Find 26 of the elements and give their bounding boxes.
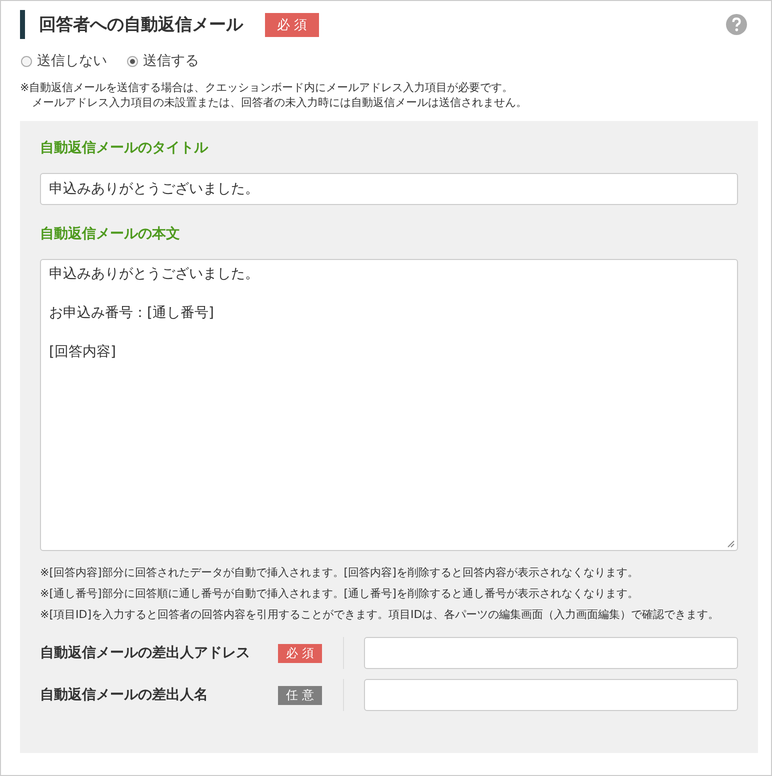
radio-label[interactable]: 送信する <box>143 52 199 70</box>
body-line: お申込み番号：[通し番号] <box>49 304 215 323</box>
body-line: 申込みありがとうございました。 <box>49 265 260 284</box>
radio-button[interactable] <box>127 56 138 66</box>
body-textarea[interactable]: 申込みありがとうございました。 お申込み番号：[通し番号] [回答内容] <box>40 259 738 551</box>
radio-label[interactable]: 送信しない <box>37 52 107 70</box>
required-badge: 必須 <box>278 644 322 662</box>
input-field[interactable] <box>364 637 738 669</box>
note-text: ※[通し番号]部分に回答順に通し番号が自動で挿入されます。[通し番号]を削除すると通し番号が表示されなくなります。 <box>40 586 640 602</box>
help-icon[interactable] <box>726 14 747 35</box>
field-label: 自動返信メールの差出人名 <box>40 686 209 704</box>
note-text: ※自動返信メールを送信する場合は、クエッションボード内にメールアドレス入力項目が必要です。 <box>20 80 514 95</box>
title-input[interactable]: 申込みありがとうございました。 <box>40 173 738 205</box>
optional-badge: 任意 <box>278 686 322 704</box>
body-line: [回答内容] <box>49 343 117 362</box>
input-field[interactable] <box>364 679 738 711</box>
note-text: ※[回答内容]部分に回答されたデータが自動で挿入されます。[回答内容]を削除すると回答内容が表示されなくなります。 <box>40 565 640 581</box>
field-label: 自動返信メールの差出人アドレス <box>40 644 251 662</box>
radio-button[interactable] <box>21 56 32 66</box>
field-label: 自動返信メールの本文 <box>40 225 181 243</box>
note-text: メールアドレス入力項目の未設置または、回答者の未入力時には自動返信メールは送信されません。 <box>31 95 528 110</box>
resize-grip-icon[interactable] <box>727 540 735 548</box>
section-title: 回答者への自動返信メール <box>20 10 243 39</box>
note-text: ※[項目ID]を入力すると回答者の回答内容を引用することができます。項目IDは、各パーツの編集画面（入力画面編集）で確認できます。 <box>40 607 720 623</box>
required-badge: 必須 <box>265 12 319 36</box>
field-label: 自動返信メールのタイトル <box>40 139 210 157</box>
